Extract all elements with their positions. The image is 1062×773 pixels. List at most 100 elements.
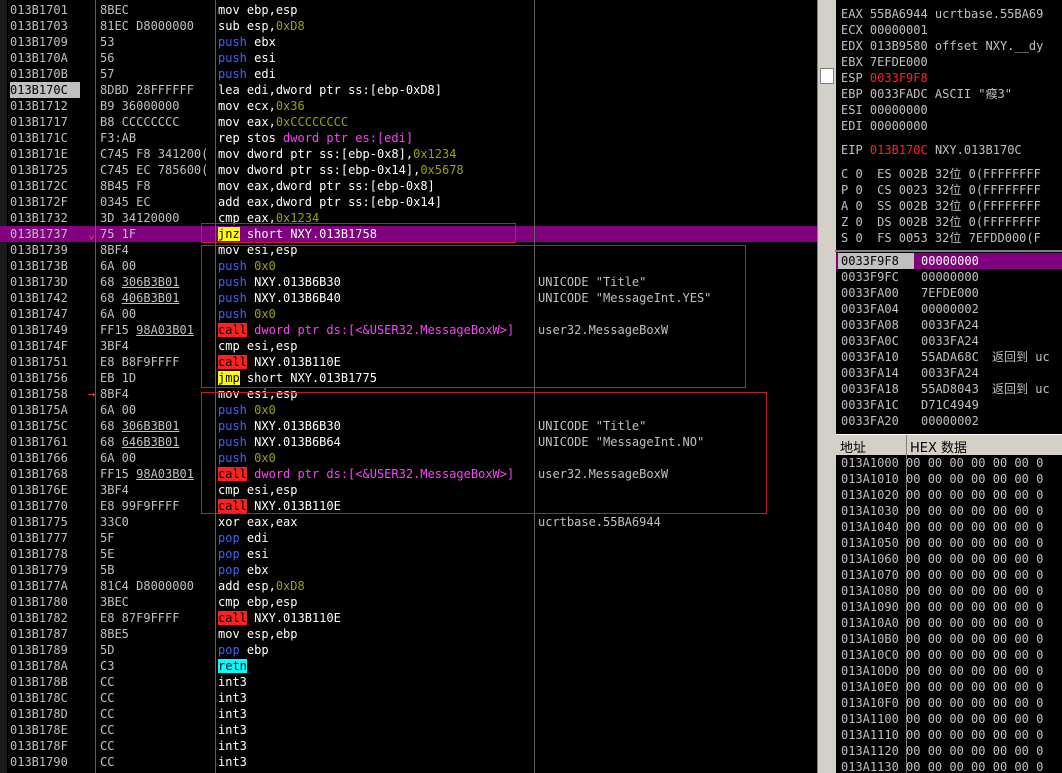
disasm-row[interactable]: 013B173D 68 306B3B01 push NXY.013B6B30 UNIC… bbox=[0, 274, 817, 290]
stack-address: 0033FA20 bbox=[841, 414, 899, 428]
disasm-row[interactable]: 013B178B CC int3 bbox=[0, 674, 817, 690]
dump-header-divider[interactable] bbox=[906, 435, 907, 455]
disasm-row[interactable]: 013B1775 33C0 xor eax,eax ucrtbase.55BA6944 bbox=[0, 514, 817, 530]
disasm-row[interactable]: 013B1778 5E pop esi bbox=[0, 546, 817, 562]
disasm-row[interactable]: 013B178C CC int3 bbox=[0, 690, 817, 706]
disasm-row[interactable]: 013B1766 6A 00 push 0x0 bbox=[0, 450, 817, 466]
memory-dump-pane[interactable]: 013A1000 00 00 00 00 00 00 0 013A1010 00 … bbox=[836, 455, 1062, 773]
disasm-row[interactable]: 013B1712 B9 36000000 mov ecx,0x36 bbox=[0, 98, 817, 114]
dump-col-address[interactable]: 地址 bbox=[840, 437, 866, 456]
dump-row[interactable]: 013A1050 00 00 00 00 00 00 0 bbox=[841, 535, 1043, 551]
stack-row[interactable]: 0033FA20 00000002 bbox=[836, 413, 1062, 429]
dump-row[interactable]: 013A1120 00 00 00 00 00 00 0 bbox=[841, 743, 1043, 759]
instruction-bytes: CC bbox=[100, 707, 115, 721]
disasm-row[interactable]: 013B178F CC int3 bbox=[0, 738, 817, 754]
disasm-row[interactable]: 013B1739 8BF4 mov esi,esp bbox=[0, 242, 817, 258]
disasm-row[interactable]: 013B1751 E8 B8F9FFFF call NXY.013B110E bbox=[0, 354, 817, 370]
disasm-row[interactable]: 013B175C 68 306B3B01 push NXY.013B6B30 UNIC… bbox=[0, 418, 817, 434]
disasm-row[interactable]: 013B178E CC int3 bbox=[0, 722, 817, 738]
instruction-address: 013B175A bbox=[10, 403, 68, 417]
stack-row[interactable]: 0033FA18 55AD8043 返回到 uc bbox=[836, 381, 1062, 397]
disasm-row[interactable]: 013B1742 68 406B3B01 push NXY.013B6B40 UNIC… bbox=[0, 290, 817, 306]
dump-row[interactable]: 013A1090 00 00 00 00 00 00 0 bbox=[841, 599, 1043, 615]
disasm-row[interactable]: 013B177A 81C4 D8000000 add esp,0xD8 bbox=[0, 578, 817, 594]
disasm-row[interactable]: 013B1709 53 push ebx bbox=[0, 34, 817, 50]
scroll-thumb[interactable] bbox=[820, 68, 834, 84]
stack-address: 0033FA1C bbox=[841, 398, 899, 412]
dump-row[interactable]: 013A10A0 00 00 00 00 00 00 0 bbox=[841, 615, 1043, 631]
disasm-row[interactable]: 013B1782 E8 87F9FFFF call NXY.013B110E bbox=[0, 610, 817, 626]
disasm-row[interactable]: 013B172C 8B45 F8 mov eax,dword ptr ss:[ebp… bbox=[0, 178, 817, 194]
disasm-row[interactable]: 013B174F 3BF4 cmp esi,esp bbox=[0, 338, 817, 354]
dump-row[interactable]: 013A1060 00 00 00 00 00 00 0 bbox=[841, 551, 1043, 567]
disasm-row[interactable]: 013B170C 8DBD 28FFFFFF lea edi,dword ptr s… bbox=[0, 82, 817, 98]
disasm-row[interactable]: 013B1761 68 646B3B01 push NXY.013B6B64 UNIC… bbox=[0, 434, 817, 450]
disasm-row[interactable]: 013B1790 CC int3 bbox=[0, 754, 817, 770]
mnemonic: retn bbox=[218, 659, 247, 673]
disasm-row[interactable]: 013B178A C3 retn bbox=[0, 658, 817, 674]
stack-pane[interactable]: 0033F9F8 00000000 0033F9FC 00000000 0033FA00… bbox=[836, 252, 1062, 430]
dump-row[interactable]: 013A10B0 00 00 00 00 00 00 0 bbox=[841, 631, 1043, 647]
instruction-bytes: C745 EC 785600( bbox=[100, 163, 209, 177]
dump-row[interactable]: 013A1030 00 00 00 00 00 00 0 bbox=[841, 503, 1043, 519]
dump-row[interactable]: 013A1110 00 00 00 00 00 00 0 bbox=[841, 727, 1043, 743]
dump-row[interactable]: 013A1010 00 00 00 00 00 00 0 bbox=[841, 471, 1043, 487]
disasm-row[interactable]: 013B1789 5D pop ebp bbox=[0, 642, 817, 658]
disasm-row[interactable]: 013B1749 FF15 98A03B01 call dword ptr ds:[… bbox=[0, 322, 817, 338]
mnemonic: rep stos bbox=[218, 131, 276, 145]
disasm-row[interactable]: 013B175A 6A 00 push 0x0 bbox=[0, 402, 817, 418]
stack-row[interactable]: 0033FA0C 0033FA24 bbox=[836, 333, 1062, 349]
disasm-row[interactable]: 013B172F 0345 EC add eax,dword ptr ss:[ebp… bbox=[0, 194, 817, 210]
dump-row[interactable]: 013A1000 00 00 00 00 00 00 0 bbox=[841, 455, 1043, 471]
disassembly-pane[interactable]: 013B1701 8BEC mov ebp,esp 013B1703 81EC D800… bbox=[0, 0, 817, 773]
disasm-row[interactable]: 013B1703 81EC D8000000 sub esp,0xD8 bbox=[0, 18, 817, 34]
disasm-row[interactable]: 013B178D CC int3 bbox=[0, 706, 817, 722]
dump-row[interactable]: 013A10D0 00 00 00 00 00 00 0 bbox=[841, 663, 1043, 679]
dump-row[interactable]: 013A10E0 00 00 00 00 00 00 0 bbox=[841, 679, 1043, 695]
instruction-address: 013B1725 bbox=[10, 163, 68, 177]
disasm-row[interactable]: 013B1787 8BE5 mov esp,ebp bbox=[0, 626, 817, 642]
stack-row[interactable]: 0033FA04 00000002 bbox=[836, 301, 1062, 317]
disasm-row[interactable]: 013B1779 5B pop ebx bbox=[0, 562, 817, 578]
disasm-row[interactable]: 013B1768 FF15 98A03B01 call dword ptr ds:[… bbox=[0, 466, 817, 482]
dump-row[interactable]: 013A1020 00 00 00 00 00 00 0 bbox=[841, 487, 1043, 503]
disasm-row[interactable]: 013B1756 EB 1D jmp short NXY.013B1775 bbox=[0, 370, 817, 386]
disasm-row[interactable]: 013B171E C745 F8 341200(mov dword ptr ss:… bbox=[0, 146, 817, 162]
dump-row[interactable]: 013A1130 00 00 00 00 00 00 0 bbox=[841, 759, 1043, 773]
disasm-row[interactable]: 013B176E 3BF4 cmp esi,esp bbox=[0, 482, 817, 498]
stack-row[interactable]: 0033FA10 55ADA68C 返回到 uc bbox=[836, 349, 1062, 365]
disasm-row[interactable]: 013B173B 6A 00 push 0x0 bbox=[0, 258, 817, 274]
dump-row[interactable]: 013A10F0 00 00 00 00 00 00 0 bbox=[841, 695, 1043, 711]
stack-row[interactable]: 0033FA1C D71C4949 bbox=[836, 397, 1062, 413]
dump-row[interactable]: 013A1080 00 00 00 00 00 00 0 bbox=[841, 583, 1043, 599]
disasm-row[interactable]: 013B1780 3BEC cmp ebp,esp bbox=[0, 594, 817, 610]
instruction-address: 013B1749 bbox=[10, 323, 68, 337]
disasm-row[interactable]: 013B1737 ⌄ 75 1F jnz short NXY.013B1758 bbox=[0, 226, 817, 242]
disasm-row[interactable]: 013B170A 56 push esi bbox=[0, 50, 817, 66]
disasm-row[interactable]: 013B1717 B8 CCCCCCCC mov eax,0xCCCCCCCC bbox=[0, 114, 817, 130]
disasm-row[interactable]: 013B1725 C745 EC 785600(mov dword ptr ss:… bbox=[0, 162, 817, 178]
disasm-row[interactable]: 013B170B 57 push edi bbox=[0, 66, 817, 82]
disasm-row[interactable]: 013B1770 E8 99F9FFFF call NXY.013B110E bbox=[0, 498, 817, 514]
dump-row[interactable]: 013A1100 00 00 00 00 00 00 0 bbox=[841, 711, 1043, 727]
disasm-row[interactable]: 013B171C F3:AB rep stos dword ptr es:[edi] bbox=[0, 130, 817, 146]
instruction-address: 013B1761 bbox=[10, 435, 68, 449]
dump-row[interactable]: 013A1070 00 00 00 00 00 00 0 bbox=[841, 567, 1043, 583]
disasm-row[interactable]: 013B1732 3D 34120000 cmp eax,0x1234 bbox=[0, 210, 817, 226]
disasm-row[interactable]: 013B1747 6A 00 push 0x0 bbox=[0, 306, 817, 322]
stack-row[interactable]: 0033FA14 0033FA24 bbox=[836, 365, 1062, 381]
stack-row[interactable]: 0033FA00 7EFDE000 bbox=[836, 285, 1062, 301]
dump-row[interactable]: 013A1040 00 00 00 00 00 00 0 bbox=[841, 519, 1043, 535]
disasm-row[interactable]: 013B1701 8BEC mov ebp,esp bbox=[0, 2, 817, 18]
disasm-row[interactable]: 013B1758 → 8BF4 mov esi,esp bbox=[0, 386, 817, 402]
instruction-text: push edi bbox=[218, 66, 533, 82]
stack-row[interactable]: 0033F9F8 00000000 bbox=[836, 253, 1062, 269]
disassembly-scrollbar[interactable] bbox=[817, 0, 836, 773]
instruction-address: 013B1787 bbox=[10, 627, 68, 641]
dump-col-hex[interactable]: HEX 数据 bbox=[910, 437, 967, 456]
dump-row[interactable]: 013A10C0 00 00 00 00 00 00 0 bbox=[841, 647, 1043, 663]
registers-pane[interactable]: EAX 55BA6944 ucrtbase.55BA69 ECX 0000000… bbox=[836, 0, 1062, 250]
disasm-row[interactable]: 013B1777 5F pop edi bbox=[0, 530, 817, 546]
stack-row[interactable]: 0033F9FC 00000000 bbox=[836, 269, 1062, 285]
stack-row[interactable]: 0033FA08 0033FA24 bbox=[836, 317, 1062, 333]
